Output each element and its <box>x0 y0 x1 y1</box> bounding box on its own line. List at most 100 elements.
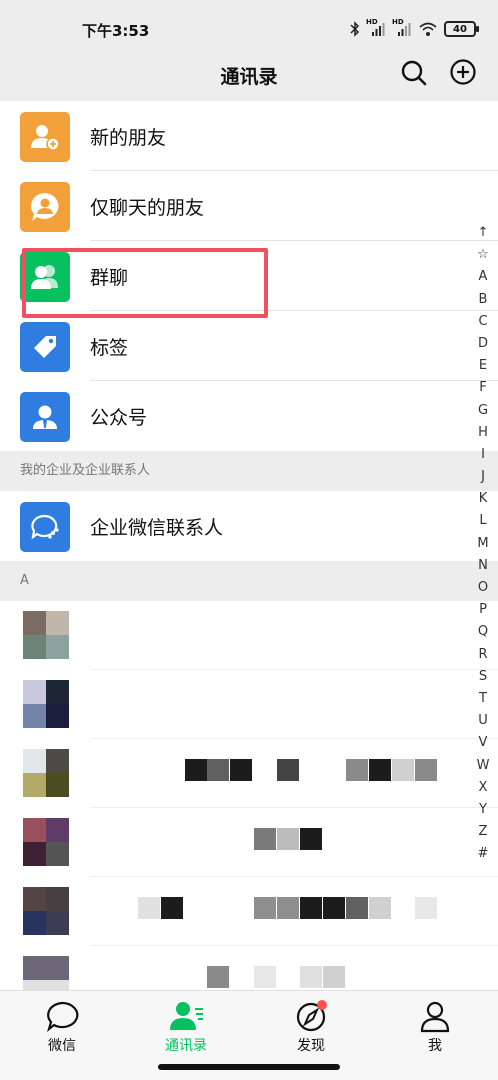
contacts-icon <box>170 1002 203 1030</box>
tab-discover-label: 发现 <box>297 1038 325 1054</box>
plus-circle-icon <box>450 59 476 85</box>
home-indicator <box>158 1064 340 1070</box>
chat-only-friends-label: 仅聊天的朋友 <box>90 197 205 219</box>
index-letter[interactable]: L <box>468 510 498 532</box>
bluetooth-icon <box>350 21 360 37</box>
index-letter[interactable]: D <box>468 333 498 355</box>
obscured-name-block <box>185 759 207 781</box>
chat-bubble-icon <box>46 1001 79 1033</box>
index-letter[interactable]: N <box>468 555 498 577</box>
contact-row[interactable] <box>0 601 498 670</box>
official-account-icon <box>20 392 70 442</box>
index-letter[interactable]: C <box>468 311 498 333</box>
index-letter[interactable]: T <box>468 688 498 710</box>
index-letter[interactable]: P <box>468 599 498 621</box>
obscured-name-block <box>277 828 299 850</box>
search-icon <box>401 60 427 86</box>
obscured-name-block <box>254 966 276 988</box>
index-letter[interactable]: B <box>468 289 498 311</box>
obscured-name-block <box>277 759 299 781</box>
index-letter[interactable]: O <box>468 577 498 599</box>
tag-icon <box>20 322 70 372</box>
tab-contacts[interactable]: 通讯录 <box>124 991 248 1061</box>
tab-me-label: 我 <box>428 1038 442 1054</box>
obscured-name-block <box>254 897 276 919</box>
tab-discover[interactable]: 发现 <box>249 991 373 1061</box>
status-time: 下午3:53 <box>82 22 150 40</box>
obscured-name-block <box>415 897 437 919</box>
index-letter[interactable]: A <box>468 266 498 288</box>
obscured-name-block <box>138 897 160 919</box>
battery-icon: 40 <box>444 21 479 37</box>
index-letter[interactable]: K <box>468 488 498 510</box>
tab-chats-label: 微信 <box>48 1038 76 1054</box>
enterprise-contacts-label: 企业微信联系人 <box>90 517 224 539</box>
official-accounts-row[interactable]: 公众号 <box>0 381 498 451</box>
index-letter[interactable]: G <box>468 400 498 422</box>
tab-chats[interactable]: 微信 <box>0 991 124 1061</box>
index-letter[interactable]: I <box>468 444 498 466</box>
tab-me[interactable]: 我 <box>373 991 497 1061</box>
person-icon <box>420 1001 450 1033</box>
contact-row[interactable] <box>0 877 498 946</box>
status-bar: 下午3:53 HD HD 40 <box>0 0 498 58</box>
add-friend-icon <box>20 112 70 162</box>
index-letter[interactable]: H <box>468 422 498 444</box>
obscured-name-block <box>369 897 391 919</box>
obscured-name-block <box>346 759 368 781</box>
index-letter[interactable]: # <box>468 843 498 865</box>
obscured-name-block <box>300 966 322 988</box>
add-button[interactable] <box>449 58 479 88</box>
contact-row[interactable] <box>0 739 498 808</box>
index-letter[interactable]: M <box>468 533 498 555</box>
enterprise-section-header: 我的企业及企业联系人 <box>0 451 498 491</box>
wifi-icon <box>419 22 437 36</box>
contacts-section-header-a: A <box>0 561 498 601</box>
avatar <box>23 611 69 659</box>
index-letter[interactable]: W <box>468 755 498 777</box>
obscured-name-block <box>254 828 276 850</box>
avatar <box>23 749 69 797</box>
index-letter[interactable]: Z <box>468 821 498 843</box>
chat-only-icon <box>20 182 70 232</box>
signal-icon: HD <box>366 18 386 37</box>
avatar <box>23 818 69 866</box>
contact-row[interactable] <box>0 670 498 739</box>
obscured-name-block <box>207 759 229 781</box>
obscured-name-block <box>300 828 322 850</box>
index-letter[interactable]: F <box>468 377 498 399</box>
contact-row[interactable] <box>0 808 498 877</box>
index-letter[interactable]: J <box>468 466 498 488</box>
obscured-name-block <box>346 897 368 919</box>
battery-level: 40 <box>453 23 467 35</box>
tab-contacts-label: 通讯录 <box>165 1038 207 1054</box>
obscured-name-block <box>277 897 299 919</box>
index-letter[interactable]: X <box>468 777 498 799</box>
highlight-box <box>22 248 268 318</box>
index-letter[interactable]: U <box>468 710 498 732</box>
avatar <box>23 887 69 935</box>
index-letter[interactable]: Q <box>468 621 498 643</box>
avatar <box>23 680 69 728</box>
index-letter[interactable]: V <box>468 732 498 754</box>
obscured-name-block <box>323 897 345 919</box>
signal-icon-2: HD <box>392 18 412 37</box>
index-letter[interactable]: ↑ <box>468 222 498 244</box>
obscured-name-block <box>369 759 391 781</box>
index-letter[interactable]: Y <box>468 799 498 821</box>
index-letter[interactable]: E <box>468 355 498 377</box>
tags-label: 标签 <box>90 337 129 359</box>
index-letter[interactable]: ☆ <box>468 244 498 266</box>
search-button[interactable] <box>399 58 429 88</box>
obscured-name-block <box>207 966 229 988</box>
new-friends-row[interactable]: 新的朋友 <box>0 101 498 171</box>
chat-only-friends-row[interactable]: 仅聊天的朋友 <box>0 171 498 241</box>
compass-icon <box>296 1000 327 1032</box>
enterprise-wechat-icon <box>20 502 70 552</box>
obscured-name-block <box>230 759 252 781</box>
index-letter[interactable]: R <box>468 644 498 666</box>
tags-row[interactable]: 标签 <box>0 311 498 381</box>
alphabet-index[interactable]: ↑ ☆ A B C D E F G H I J K L M N O P Q R S T U V W X Y Z # <box>468 222 498 865</box>
enterprise-contacts-row[interactable]: 企业微信联系人 <box>0 491 498 561</box>
index-letter[interactable]: S <box>468 666 498 688</box>
